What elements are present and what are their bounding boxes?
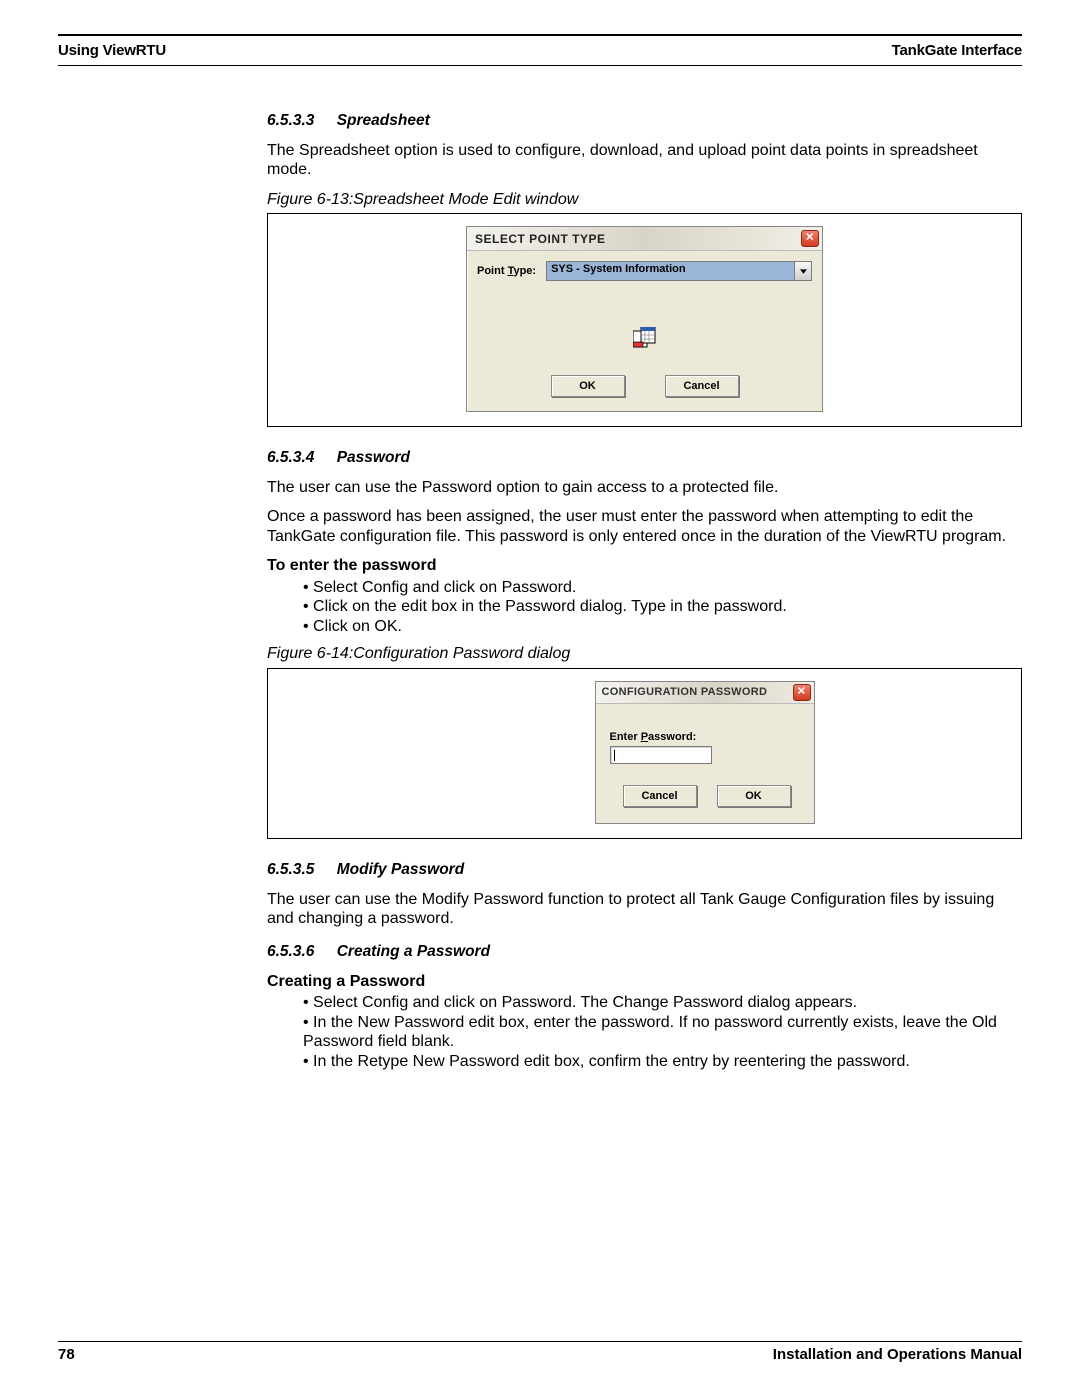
- bullet-list: Select Config and click on Password. Cli…: [267, 578, 1022, 637]
- chevron-down-icon[interactable]: [794, 262, 811, 280]
- procedure-heading: To enter the password: [267, 556, 1022, 576]
- paragraph: The user can use the Modify Password fun…: [267, 890, 1022, 929]
- enter-password-label: Enter Password:: [610, 731, 700, 743]
- page-number: 78: [58, 1346, 75, 1363]
- close-icon[interactable]: ✕: [801, 230, 819, 247]
- section-heading-password: 6.5.3.4 Password: [267, 449, 1022, 468]
- section-heading-modify-password: 6.5.3.5 Modify Password: [267, 861, 1022, 880]
- list-item: Click on the edit box in the Password di…: [303, 597, 1022, 617]
- list-item: Select Config and click on Password.: [303, 578, 1022, 598]
- combobox-value: SYS - System Information: [547, 262, 794, 280]
- section-title: Modify Password: [337, 861, 464, 878]
- list-item: Select Config and click on Password. The…: [303, 993, 1022, 1013]
- manual-title: Installation and Operations Manual: [773, 1346, 1022, 1363]
- section-number: 6.5.3.6: [267, 943, 314, 960]
- section-number: 6.5.3.4: [267, 449, 314, 466]
- close-icon[interactable]: ✕: [793, 684, 811, 701]
- paragraph: The Spreadsheet option is used to config…: [267, 141, 1022, 180]
- top-rule-thick: [58, 34, 1022, 36]
- procedure-heading: Creating a Password: [267, 972, 1022, 992]
- cancel-button[interactable]: Cancel: [623, 785, 697, 807]
- dialog-titlebar: SELECT POINT TYPE ✕: [467, 227, 822, 251]
- section-number: 6.5.3.5: [267, 861, 314, 878]
- section-title: Spreadsheet: [337, 112, 430, 129]
- dialog-title: SELECT POINT TYPE: [475, 232, 606, 247]
- figure-caption: Figure 6-13:Spreadsheet Mode Edit window: [267, 190, 1022, 215]
- figure-container: SELECT POINT TYPE ✕ Point Type: SYS - Sy…: [267, 214, 1022, 427]
- spreadsheet-icon: [477, 327, 812, 357]
- header-left: Using ViewRTU: [58, 42, 166, 59]
- section-heading-spreadsheet: 6.5.3.3 Spreadsheet: [267, 112, 1022, 131]
- header-right: TankGate Interface: [892, 42, 1022, 59]
- section-heading-creating-password: 6.5.3.6 Creating a Password: [267, 943, 1022, 962]
- section-title: Creating a Password: [337, 943, 490, 960]
- figure-container: CONFIGURATION PASSWORD ✕ Enter Password:…: [267, 669, 1022, 839]
- point-type-combobox[interactable]: SYS - System Information: [546, 261, 812, 281]
- section-number: 6.5.3.3: [267, 112, 314, 129]
- running-footer: 78 Installation and Operations Manual: [58, 1341, 1022, 1363]
- figure-caption: Figure 6-14:Configuration Password dialo…: [267, 644, 1022, 669]
- select-point-type-dialog: SELECT POINT TYPE ✕ Point Type: SYS - Sy…: [466, 226, 823, 412]
- list-item: Click on OK.: [303, 617, 1022, 637]
- dialog-titlebar: CONFIGURATION PASSWORD ✕: [596, 682, 814, 704]
- bullet-list: Select Config and click on Password. The…: [267, 993, 1022, 1071]
- ok-button[interactable]: OK: [551, 375, 625, 397]
- top-rule-thin: [58, 65, 1022, 66]
- configuration-password-dialog: CONFIGURATION PASSWORD ✕ Enter Password:…: [595, 681, 815, 824]
- cancel-button[interactable]: Cancel: [665, 375, 739, 397]
- ok-button[interactable]: OK: [717, 785, 791, 807]
- footer-rule: [58, 1341, 1022, 1342]
- paragraph: Once a password has been assigned, the u…: [267, 507, 1022, 546]
- password-input[interactable]: [610, 746, 712, 764]
- point-type-label: Point Type:: [477, 265, 536, 278]
- list-item: In the Retype New Password edit box, con…: [303, 1052, 1022, 1072]
- section-title: Password: [337, 449, 410, 466]
- running-header: Using ViewRTU TankGate Interface: [58, 42, 1022, 59]
- dialog-title: CONFIGURATION PASSWORD: [602, 686, 768, 699]
- paragraph: The user can use the Password option to …: [267, 478, 1022, 498]
- list-item: In the New Password edit box, enter the …: [303, 1013, 1022, 1052]
